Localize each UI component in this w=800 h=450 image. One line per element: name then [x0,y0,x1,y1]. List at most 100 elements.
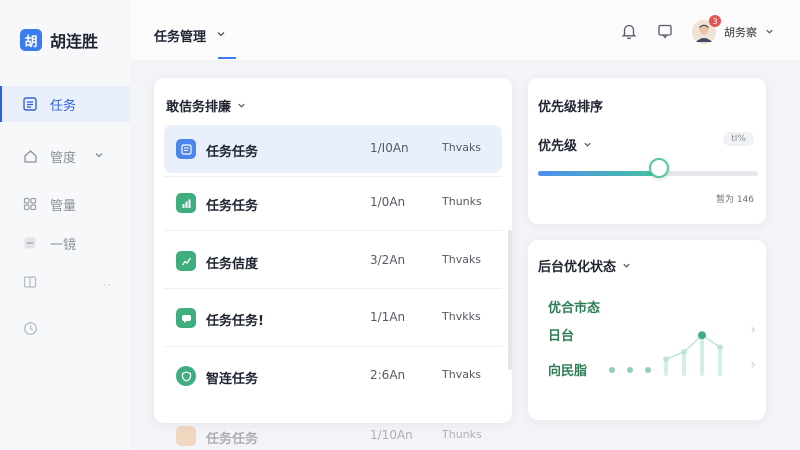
task-row[interactable]: 任务任务 1/I0An Thvaks [164,125,502,173]
sparkline-point [698,331,706,340]
sparkline-point [627,367,633,373]
task-list-card: 敢佶务排廉 任务任务 1/I0An Thvaks 任务任务 1/0An Thun… [154,78,512,423]
task-name: 任务任务 [206,199,259,214]
chevron-right-icon[interactable]: › [750,357,756,373]
notification-badge: 3 [709,15,721,27]
grid-icon [22,196,38,212]
task-row-faded[interactable]: 任务任务 1/10An Thunks [154,418,512,450]
sidebar: 胡 胡连胜 任务 管度 管量 一镜 ·· [0,0,130,450]
task-status: Thvaks [442,141,482,154]
chevron-down-icon [216,28,226,43]
sparkline-point [681,349,687,355]
sparkline-bar [718,347,722,376]
chevron-down-icon [623,263,630,268]
row-divider [164,230,502,231]
task-count: 3/2An [370,253,406,267]
task-status: Thunks [442,195,482,208]
tab-label: 任务管理 [154,30,207,45]
chevron-down-icon [765,26,774,39]
message-icon[interactable] [656,22,674,40]
avatar[interactable]: 3 [692,15,721,44]
priority-slider-thumb[interactable] [649,158,669,178]
task-list-scrollbar[interactable] [508,230,512,370]
sidebar-item-label: 管量 [50,198,77,214]
task-row[interactable]: 任务佶度 3/2An Thvaks [164,237,502,285]
row-divider [164,176,502,177]
task-name: 任务任务 [206,432,259,447]
sparkline-bar [700,335,704,376]
sidebar-item-management[interactable]: 管度 [0,138,130,174]
bell-icon[interactable] [620,22,638,40]
chevron-down-icon [238,103,245,108]
status-item[interactable]: 日台 [548,325,574,344]
user-name: 胡务察 [724,26,757,39]
tab-task-management[interactable]: 任务管理 [154,26,226,45]
sparkline-point [717,344,723,351]
sidebar-item-label: 一镜 [50,237,77,253]
task-name: 任务任务 [206,145,259,160]
sidebar-item-tasks[interactable]: 任务 [0,86,130,122]
sidebar-item-mirror[interactable]: 一镜 [0,225,130,261]
sidebar-item-label: 任务 [50,98,77,114]
priority-card: 优先级排序 优先级 tI% 暂为 146 [528,78,766,224]
chevron-down-icon [584,142,591,147]
brand[interactable]: 胡 胡连胜 [20,28,98,52]
sidebar-item-label: 管度 [50,150,77,166]
status-item[interactable]: 向民脂 [548,360,587,379]
row-divider [164,288,502,289]
task-row[interactable]: 任务任务! 1/1An Thvkks [164,294,502,342]
task-row[interactable]: 智连任务 2:6An Thvaks [164,352,502,400]
task-count: 2:6An [370,368,406,382]
optimization-status-card: 后台优化状态 优合市态 日台 向民脂 › › [528,240,766,420]
task-list-title-text: 敢佶务排廉 [166,100,232,115]
task-list-title[interactable]: 敢佶务排廉 [166,96,246,115]
row-divider [164,346,502,347]
active-tab-indicator [218,57,236,59]
sidebar-item-history[interactable] [0,310,130,346]
task-status: Thvaks [442,253,482,266]
task-count: 1/10An [370,428,413,442]
bar-chart-icon [176,193,196,213]
sparkline-point [645,367,651,373]
sidebar-item-volume[interactable]: 管量 [0,186,130,222]
sidebar-item-book[interactable]: ·· [0,264,130,300]
square-icon [22,235,38,251]
priority-pill[interactable]: tI% [723,132,754,146]
list-icon [22,96,38,112]
status-item[interactable]: 优合市态 [548,297,600,316]
task-count: 1/I0An [370,141,409,155]
status-title[interactable]: 后台优化状态 [538,256,631,275]
top-bar: 任务管理 3 胡务察 [130,0,800,60]
sparkline-point [609,367,615,373]
chevron-right-icon[interactable]: › [750,322,756,338]
task-status: Thvaks [442,368,482,381]
priority-dropdown[interactable]: 优先级 [538,135,592,154]
priority-title: 优先级排序 [538,100,604,115]
sparkline-point [663,356,669,363]
app-window: 胡 胡连胜 任务 管度 管量 一镜 ·· 任务管理 3 胡务察 敢佶务排廉 任务… [0,0,800,450]
chat-icon [176,308,196,328]
doc-icon [176,426,196,446]
task-count: 1/1An [370,310,406,324]
brand-logo: 胡 [20,29,42,51]
priority-slider-track[interactable] [538,171,758,176]
status-title-text: 后台优化状态 [538,260,617,275]
task-row[interactable]: 任务任务 1/0An Thunks [164,179,502,227]
task-name: 任务佶度 [206,257,259,272]
more-icon[interactable]: ·· [102,278,112,292]
shield-icon [176,366,196,386]
priority-caption: 暂为 146 [715,195,754,205]
status-sparkline [609,331,723,376]
sparkline-bar [682,352,686,376]
home-icon [22,148,38,164]
clock-icon [22,320,38,336]
priority-dropdown-label: 优先级 [538,139,578,154]
line-chart-icon [176,251,196,271]
chevron-down-icon [94,149,104,164]
task-status: Thvkks [442,310,481,323]
priority-slider-fill [538,171,659,176]
task-name: 智连任务 [206,372,259,387]
book-icon [22,274,38,290]
user-menu[interactable]: 3 胡务察 [692,15,774,44]
task-name: 任务任务! [206,314,264,329]
